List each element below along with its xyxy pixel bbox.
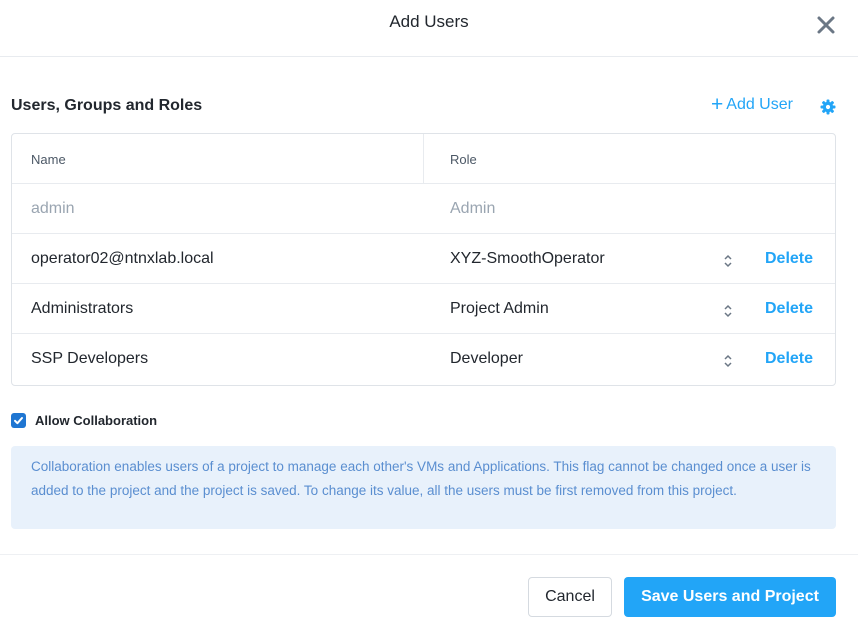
delete-button[interactable]: Delete: [765, 300, 813, 318]
delete-button[interactable]: Delete: [765, 250, 813, 268]
checkmark-icon: [14, 417, 23, 425]
allow-collaboration-checkbox[interactable]: [11, 413, 26, 428]
column-header-role: Role: [450, 152, 477, 167]
gear-icon[interactable]: [820, 99, 836, 115]
column-divider: [423, 134, 424, 184]
user-name: Administrators: [31, 300, 134, 317]
user-name: admin: [31, 200, 75, 217]
table-row: admin Admin: [12, 184, 835, 234]
collaboration-info: Collaboration enables users of a project…: [11, 446, 836, 529]
save-users-and-project-button[interactable]: Save Users and Project: [624, 577, 836, 617]
allow-collaboration: Allow Collaboration: [11, 413, 157, 428]
table-header: Name Role: [12, 134, 835, 184]
table-row: operator02@ntnxlab.local XYZ-SmoothOpera…: [12, 234, 835, 284]
role-select[interactable]: XYZ-SmoothOperator: [450, 250, 605, 268]
close-icon[interactable]: [815, 14, 837, 36]
role-select[interactable]: Developer: [450, 350, 523, 368]
select-arrows-icon[interactable]: [723, 254, 733, 268]
select-arrows-icon[interactable]: [723, 354, 733, 368]
plus-icon: +: [711, 93, 724, 116]
dialog-footer: Cancel Save Users and Project: [0, 554, 858, 627]
column-header-name: Name: [31, 152, 66, 167]
users-table: Name Role admin Admin operator02@ntnxlab…: [11, 133, 836, 386]
dialog-header: Add Users: [0, 0, 858, 57]
select-arrows-icon[interactable]: [723, 304, 733, 318]
add-user-label: Add User: [726, 96, 793, 113]
user-role: Admin: [450, 200, 496, 217]
allow-collaboration-label: Allow Collaboration: [35, 413, 158, 428]
table-row: SSP Developers Developer Delete: [12, 334, 835, 384]
dialog-title: Add Users: [389, 12, 469, 31]
role-select[interactable]: Project Admin: [450, 300, 549, 318]
table-row: Administrators Project Admin Delete: [12, 284, 835, 334]
user-name: SSP Developers: [31, 350, 149, 367]
cancel-button[interactable]: Cancel: [528, 577, 612, 617]
delete-button[interactable]: Delete: [765, 350, 813, 368]
add-user-button[interactable]: + Add User: [711, 93, 793, 116]
user-name: operator02@ntnxlab.local: [31, 250, 214, 267]
section-title: Users, Groups and Roles: [11, 97, 203, 114]
